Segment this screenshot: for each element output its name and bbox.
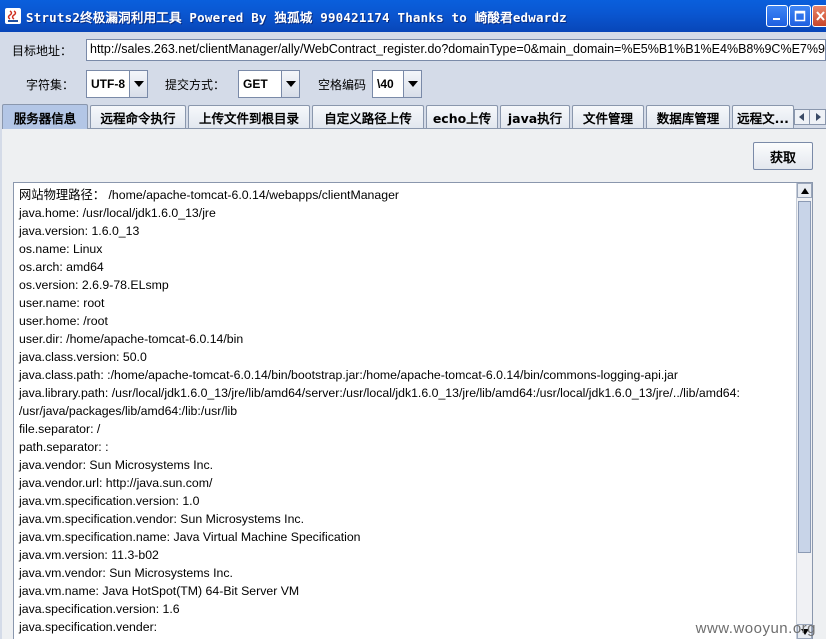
method-value: GET	[243, 77, 268, 91]
minimize-icon	[773, 18, 780, 20]
tab-file-manager[interactable]: 文件管理	[572, 105, 644, 128]
chevron-up-icon	[800, 187, 809, 194]
chevron-down-icon[interactable]	[129, 71, 147, 97]
vertical-scrollbar[interactable]	[796, 183, 812, 639]
maximize-button[interactable]	[789, 5, 811, 27]
output-line: java.library.path: /usr/local/jdk1.6.0_1…	[19, 386, 740, 400]
output-line: java.vm.specification.name: Java Virtual…	[19, 530, 361, 544]
scroll-up-button[interactable]	[797, 183, 812, 198]
method-label: 提交方式：	[165, 78, 226, 92]
output-line: user.name: root	[19, 296, 105, 310]
output-line: java.version: 1.6.0_13	[19, 224, 140, 238]
server-info-panel: 获取 网站物理路径： /home/apache-tomcat-6.0.14/we…	[2, 128, 826, 639]
output-line: /usr/java/packages/lib/amd64:/lib:/usr/l…	[19, 404, 238, 418]
window-title: Struts2终极漏洞利用工具 Powered By 独孤城 990421174…	[26, 10, 567, 25]
tab-java-exec[interactable]: java执行	[500, 105, 570, 128]
output-line: 网站物理路径： /home/apache-tomcat-6.0.14/webap…	[19, 188, 400, 202]
chevron-right-icon	[815, 113, 821, 121]
tab-upload-root[interactable]: 上传文件到根目录	[188, 105, 310, 128]
maximize-icon	[794, 10, 806, 22]
output-line: java.home: /usr/local/jdk1.6.0_13/jre	[19, 206, 216, 220]
output-line: java.vm.specification.version: 1.0	[19, 494, 200, 508]
tab-scroll-right-button[interactable]	[809, 109, 826, 125]
output-line: user.dir: /home/apache-tomcat-6.0.14/bin	[19, 332, 244, 346]
method-select[interactable]: GET	[238, 70, 300, 98]
space-encoding-label: 空格编码	[318, 78, 367, 92]
tab-custom-path-upload[interactable]: 自定义路径上传	[312, 105, 424, 128]
tab-remote-command[interactable]: 远程命令执行	[90, 105, 186, 128]
close-icon	[815, 11, 825, 21]
tab-database-manager[interactable]: 数据库管理	[646, 105, 730, 128]
output-line: path.separator: :	[19, 440, 109, 454]
chevron-down-icon[interactable]	[403, 71, 421, 97]
window-client-area: 目标地址： http://sales.263.net/clientManager…	[0, 32, 826, 639]
tab-remote-file[interactable]: 远程文...	[732, 105, 794, 128]
output-line: java.specification.version: 1.6	[19, 602, 180, 616]
output-line: java.vm.name: Java HotSpot(TM) 64-Bit Se…	[19, 584, 300, 598]
url-input[interactable]: http://sales.263.net/clientManager/ally/…	[86, 39, 826, 61]
output-line: java.vendor: Sun Microsystems Inc.	[19, 458, 214, 472]
output-line: java.vm.version: 11.3-b02	[19, 548, 159, 562]
scrollbar-thumb[interactable]	[798, 201, 811, 553]
output-line: user.home: /root	[19, 314, 108, 328]
tab-scroll-left-button[interactable]	[794, 109, 810, 125]
output-line: os.arch: amd64	[19, 260, 104, 274]
output-line: java.vm.specification.vendor: Sun Micros…	[19, 512, 304, 526]
minimize-button[interactable]	[766, 5, 788, 27]
output-line: java.vendor.url: http://java.sun.com/	[19, 476, 213, 490]
url-label: 目标地址：	[12, 44, 73, 58]
tab-server-info[interactable]: 服务器信息	[2, 104, 88, 129]
close-button[interactable]	[812, 5, 826, 27]
output-line: file.separator: /	[19, 422, 101, 436]
output-line: java.class.version: 50.0	[19, 350, 147, 364]
output-line: java.vm.vendor: Sun Microsystems Inc.	[19, 566, 233, 580]
tab-bar: 服务器信息 远程命令执行 上传文件到根目录 自定义路径上传 echo上传 jav…	[2, 104, 826, 129]
output-lines: 网站物理路径： /home/apache-tomcat-6.0.14/webap…	[19, 186, 799, 636]
title-bar[interactable]: Struts2终极漏洞利用工具 Powered By 独孤城 990421174…	[0, 0, 826, 32]
tab-echo-upload[interactable]: echo上传	[426, 105, 498, 128]
chevron-down-icon[interactable]	[281, 71, 299, 97]
charset-label: 字符集：	[26, 78, 75, 92]
output-line: java.class.path: :/home/apache-tomcat-6.…	[19, 368, 678, 382]
space-encoding-select[interactable]: \40	[372, 70, 422, 98]
output-line: os.name: Linux	[19, 242, 103, 256]
java-app-icon	[5, 8, 21, 24]
output-line: java.specification.vender:	[19, 620, 158, 634]
output-textarea[interactable]: 网站物理路径： /home/apache-tomcat-6.0.14/webap…	[13, 182, 813, 639]
output-line: os.version: 2.6.9-78.ELsmp	[19, 278, 169, 292]
charset-value: UTF-8	[91, 77, 125, 91]
watermark: www.wooyun.org	[695, 620, 816, 637]
charset-select[interactable]: UTF-8	[86, 70, 148, 98]
chevron-left-icon	[799, 113, 804, 121]
space-encoding-value: \40	[377, 77, 394, 91]
get-button[interactable]: 获取	[753, 142, 813, 170]
